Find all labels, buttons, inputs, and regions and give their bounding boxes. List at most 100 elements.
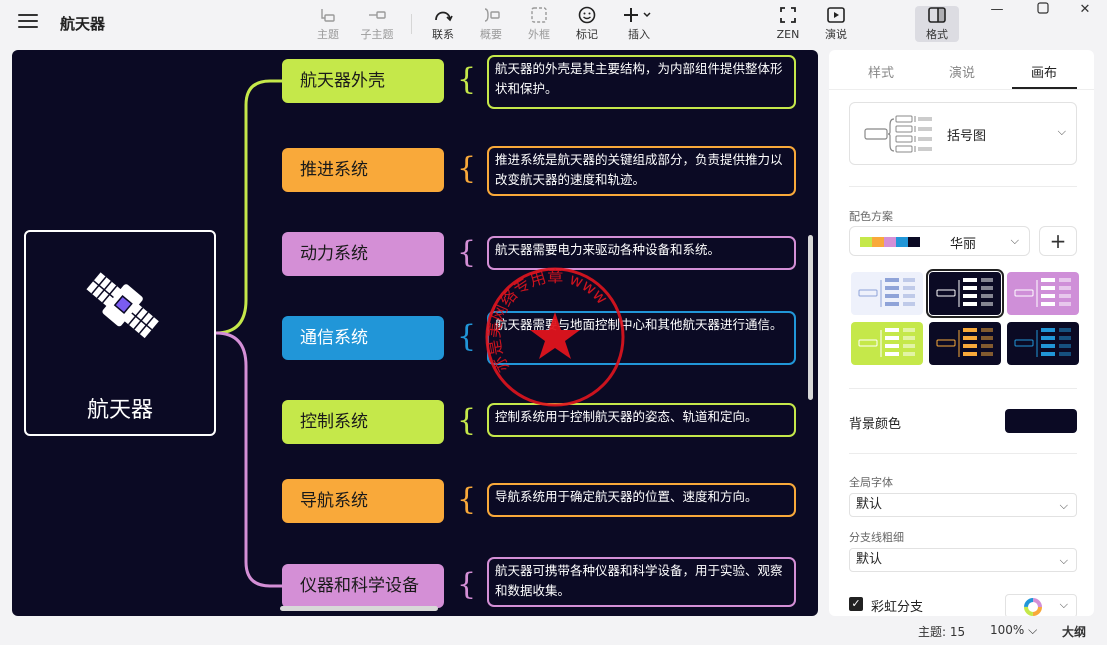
color-swatch [872, 237, 884, 247]
theme-option[interactable] [926, 269, 1004, 318]
color-swatch [908, 237, 920, 247]
satellite-icon [76, 256, 168, 360]
branch-communication-description[interactable]: 航天器需要与地面控制中心和其他航天器进行通信。 [487, 311, 796, 365]
branch-navigation-topic[interactable]: 导航系统 [282, 479, 444, 523]
curly-bracket: { [457, 482, 477, 517]
color-swatch [860, 237, 872, 247]
format-panel-tabs: 样式 演说 画布 [829, 50, 1094, 90]
outline-button[interactable]: 大纲 [1062, 623, 1086, 640]
tab-canvas[interactable]: 画布 [1031, 62, 1057, 81]
toolbar-divider [411, 14, 412, 34]
format-panel: 样式 演说 画布 括号图 ⌵ 配色方案 华丽 ⌵ + 背景颜色 全局字体 默认 [829, 50, 1094, 616]
global-font-label: 全局字体 [849, 476, 893, 489]
canvas-vertical-scrollbar[interactable] [808, 235, 813, 400]
branch-propulsion-description[interactable]: 推进系统是航天器的关键组成部分，负责提供推力以改变航天器的速度和轨迹。 [487, 146, 796, 196]
add-topic-button[interactable]: 主题 [306, 6, 350, 42]
close-window-icon[interactable]: ✕ [1065, 2, 1105, 18]
branch-control-description[interactable]: 控制系统用于控制航天器的姿态、轨道和定向。 [487, 403, 796, 437]
relation-button[interactable]: 联系 [421, 6, 465, 42]
rainbow-branch-checkbox[interactable]: ✓ [849, 597, 863, 611]
zen-icon [766, 6, 810, 28]
add-color-scheme-button[interactable]: + [1039, 226, 1077, 256]
mindmap-canvas[interactable]: 航天器 航天器外壳 {航天器的外壳是其主要结构，为内部组件提供整体形状和保护。 推进… [12, 50, 818, 616]
boundary-button[interactable]: 外框 [517, 6, 561, 42]
curly-bracket: { [457, 151, 477, 186]
background-color-label: 背景颜色 [849, 417, 902, 432]
branch-connector-line [214, 79, 284, 335]
color-scheme-value: 华丽 [950, 237, 977, 252]
hamburger-menu-icon[interactable] [18, 14, 38, 30]
add-subtopic-icon [355, 6, 399, 28]
tab-style[interactable]: 样式 [868, 62, 894, 81]
bracket-structure-icon [864, 115, 932, 153]
branch-width-value: 默认 [856, 552, 883, 567]
pitch-icon [814, 6, 858, 28]
root-topic-label: 航天器 [86, 398, 153, 423]
rainbow-branch-label: 彩虹分支 [871, 600, 924, 615]
chevron-down-icon: ⌵ [1057, 125, 1066, 138]
background-color-swatch[interactable] [1005, 409, 1077, 433]
format-panel-button[interactable]: 格式 [915, 6, 959, 42]
top-toolbar: 航天器 主题 子主题 联系 概要 外框 标记 插入 ZEN 演说 格式 — ✕ [0, 0, 1107, 46]
panel-divider [849, 186, 1077, 187]
structure-value: 括号图 [947, 129, 987, 144]
color-scheme-swatches [860, 237, 920, 247]
branch-hull-description[interactable]: 航天器的外壳是其主要结构，为内部组件提供整体形状和保护。 [487, 55, 796, 109]
structure-select[interactable]: 括号图 ⌵ [849, 102, 1077, 165]
summary-icon [469, 6, 513, 28]
panel-divider [849, 453, 1077, 454]
branch-power-topic[interactable]: 动力系统 [282, 232, 444, 276]
color-wheel-icon [1024, 598, 1042, 616]
curly-bracket: { [457, 567, 477, 602]
zen-mode-button[interactable]: ZEN [766, 6, 810, 42]
branch-power-description[interactable]: 航天器需要电力来驱动各种设备和系统。 [487, 236, 796, 270]
branch-control-topic[interactable]: 控制系统 [282, 400, 444, 444]
branch-width-label: 分支线粗细 [849, 531, 904, 544]
branch-instruments-topic[interactable]: 仪器和科学设备 [282, 564, 444, 608]
zoom-level[interactable]: 100% ⌵ [990, 623, 1037, 638]
summary-button[interactable]: 概要 [469, 6, 513, 42]
status-bar: 主题: 15 100% ⌵ 大纲 [0, 618, 1107, 645]
chevron-down-icon: ⌵ [1010, 234, 1019, 247]
rainbow-style-select[interactable]: ⌵ [1005, 594, 1077, 616]
curly-bracket: { [457, 403, 477, 438]
tab-pitch[interactable]: 演说 [949, 62, 975, 81]
minimize-window-icon[interactable]: — [977, 2, 1017, 18]
branch-communication-topic[interactable]: 通信系统 [282, 316, 444, 360]
curly-bracket: { [457, 235, 477, 270]
branch-navigation-description[interactable]: 导航系统用于确定航天器的位置、速度和方向。 [487, 483, 796, 517]
theme-option[interactable] [1007, 322, 1079, 365]
insert-icon [617, 6, 661, 28]
canvas-horizontal-scrollbar[interactable] [280, 606, 438, 611]
branch-propulsion-topic[interactable]: 推进系统 [282, 148, 444, 192]
root-topic[interactable]: 航天器 [24, 230, 216, 436]
chevron-down-icon: ⌵ [1059, 598, 1068, 611]
branch-instruments-description[interactable]: 航天器可携带各种仪器和科学设备，用于实验、观察和数据收集。 [487, 557, 796, 607]
relation-icon [421, 6, 465, 28]
add-topic-icon [306, 6, 350, 28]
branch-width-select[interactable]: 默认 ⌵ [849, 548, 1077, 572]
theme-option[interactable] [851, 272, 923, 315]
document-title: 航天器 [60, 15, 106, 33]
theme-option[interactable] [1007, 272, 1079, 315]
marker-icon [565, 6, 609, 28]
color-scheme-label: 配色方案 [849, 210, 893, 223]
format-panel-icon [915, 6, 959, 28]
add-subtopic-button[interactable]: 子主题 [355, 6, 399, 42]
theme-option[interactable] [929, 322, 1001, 365]
marker-button[interactable]: 标记 [565, 6, 609, 42]
insert-button[interactable]: 插入 [617, 6, 661, 42]
branch-hull-topic[interactable]: 航天器外壳 [282, 59, 444, 103]
panel-divider [849, 388, 1077, 389]
global-font-select[interactable]: 默认 ⌵ [849, 493, 1077, 517]
chevron-down-icon: ⌵ [1059, 499, 1068, 512]
curly-bracket: { [457, 62, 477, 97]
active-tab-indicator [1012, 87, 1077, 89]
theme-option[interactable] [851, 322, 923, 365]
rainbow-branch-row: ✓ 彩虹分支 ⌵ [849, 594, 1077, 616]
topic-count: 主题: 15 [918, 625, 966, 639]
color-scheme-select[interactable]: 华丽 ⌵ [849, 226, 1030, 256]
pitch-mode-button[interactable]: 演说 [814, 6, 858, 42]
curly-bracket: { [457, 319, 477, 354]
maximize-window-icon[interactable] [1023, 2, 1063, 18]
